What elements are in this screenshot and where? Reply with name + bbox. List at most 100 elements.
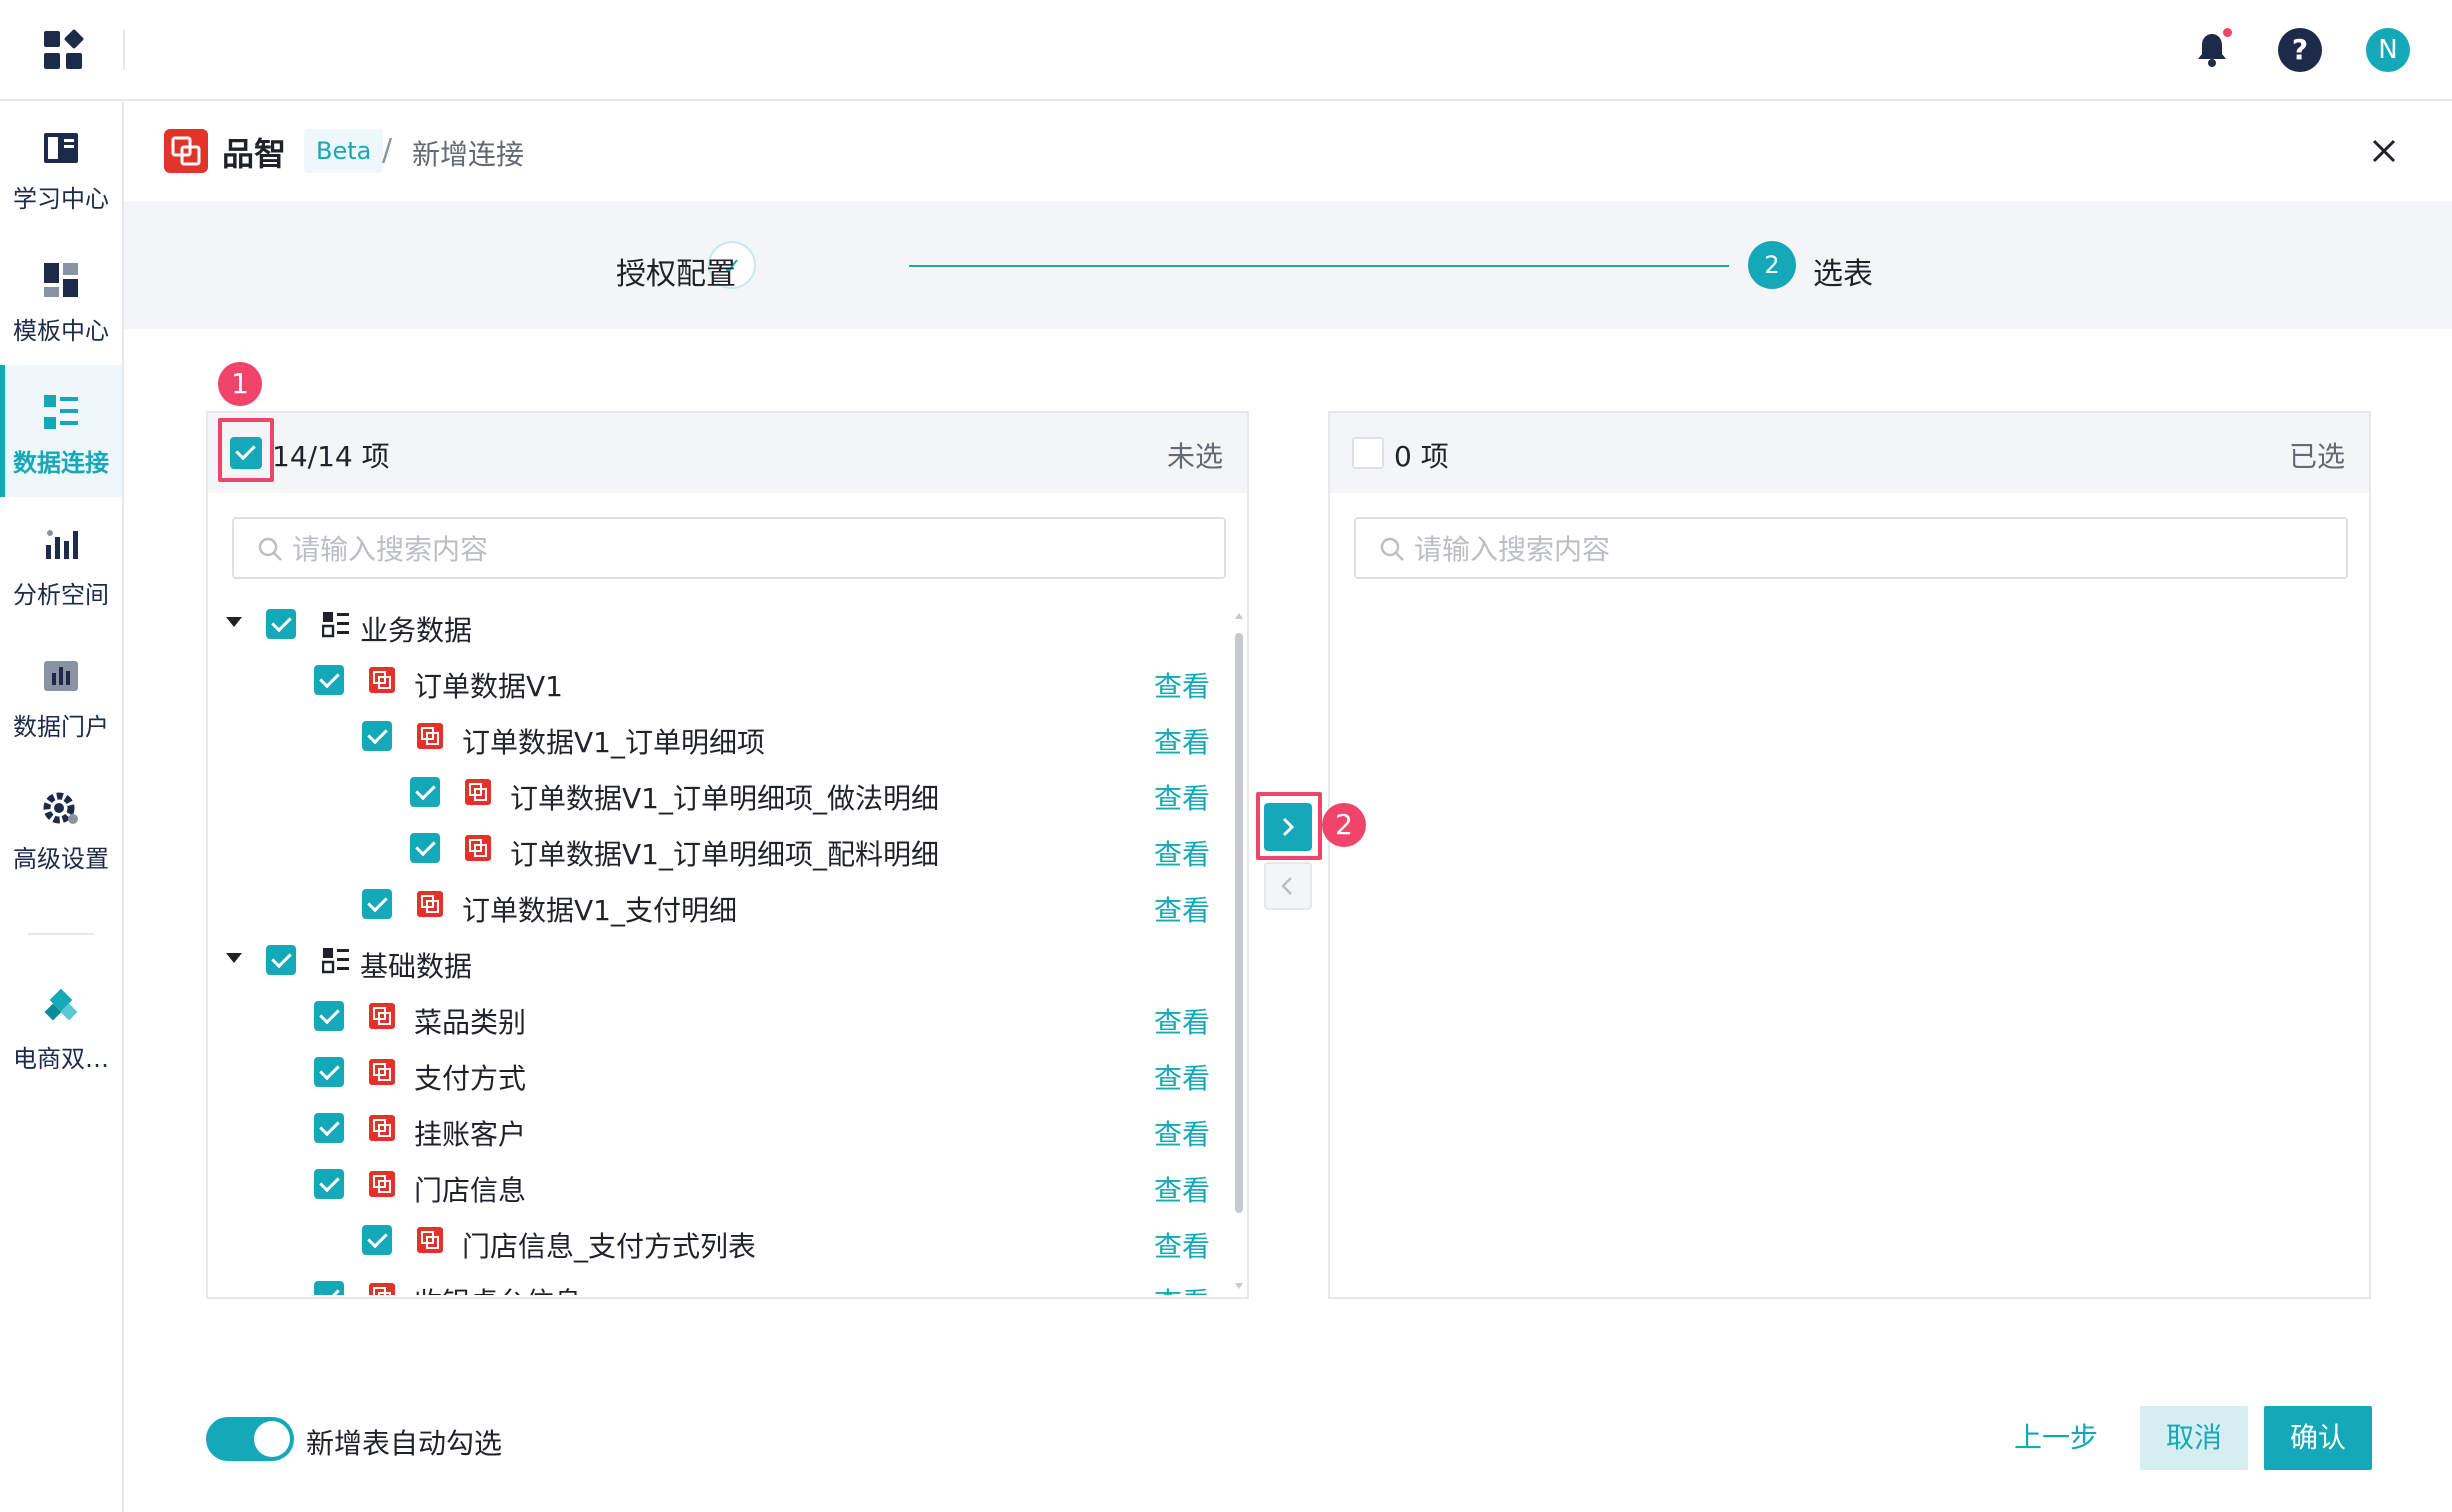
beta-badge: Beta [304,129,384,173]
table-icon [416,890,444,918]
row-checkbox[interactable] [362,721,392,751]
row-label: 基础数据 [360,950,473,983]
view-link[interactable]: 查看 [1154,721,1210,761]
grid-icon[interactable] [44,28,85,69]
sidebar-divider [28,933,94,935]
row-checkbox[interactable] [266,609,296,639]
tree-group[interactable]: 业务数据 [208,599,1228,655]
table-row[interactable]: 门店信息 查看 [208,1159,1228,1215]
book-icon [42,129,80,167]
table-row[interactable]: 菜品类别 查看 [208,991,1228,1047]
sidebar-item-analysis[interactable]: 分析空间 [0,497,122,629]
row-checkbox[interactable] [314,1057,344,1087]
highlight-box-move-right [1256,792,1322,860]
sidebar-item-settings[interactable]: 高级设置 [0,761,122,893]
tree-scrollbar[interactable] [1234,611,1244,1291]
sidebar-item-label: 电商双… [13,1045,109,1073]
auto-select-toggle[interactable] [206,1417,294,1461]
annotation-badge-2: 2 [1322,803,1366,847]
breadcrumb-separator: / [382,133,393,168]
table-row[interactable]: 门店信息_支付方式列表 查看 [208,1215,1228,1271]
row-checkbox[interactable] [266,945,296,975]
view-link[interactable]: 查看 [1154,1057,1210,1097]
row-checkbox[interactable] [314,1281,344,1295]
table-row[interactable]: 订单数据V1_订单明细项_做法明细 查看 [208,767,1228,823]
view-link[interactable]: 查看 [1154,665,1210,705]
chevron-left-icon [1281,877,1292,895]
view-link[interactable]: 查看 [1154,1169,1210,1209]
scrollbar-thumb[interactable] [1235,633,1243,1213]
view-link[interactable]: 查看 [1154,833,1210,873]
table-row[interactable]: 挂账客户 查看 [208,1103,1228,1159]
step-indicator: ✓ 授权配置 2 选表 [124,201,2452,329]
row-checkbox[interactable] [410,833,440,863]
table-icon [368,1170,396,1198]
step-label-select: 选表 [1813,257,1873,292]
search-box [232,517,1226,579]
panel-header: 0 项 已选 [1330,413,2369,493]
search-icon [1378,535,1406,563]
avatar[interactable]: N [2366,28,2410,72]
table-row[interactable]: 订单数据V1_支付明细 查看 [208,879,1228,935]
row-label: 订单数据V1_订单明细项_配料明细 [510,838,939,871]
view-link[interactable]: 查看 [1154,777,1210,817]
table-row[interactable]: 订单数据V1_订单明细项_配料明细 查看 [208,823,1228,879]
row-checkbox[interactable] [314,665,344,695]
template-icon [42,261,80,299]
table-tree: 业务数据 订单数据V1 查看 订单数据V1_订单明细项 查看 订单数据V1_订单… [208,599,1228,1295]
sidebar-item-learning[interactable]: 学习中心 [0,101,122,233]
sidebar: 学习中心 模板中心 数据连接 分析空间 数据门户 高级设置 电商双… [0,101,124,1512]
step-number: 2 [1748,241,1796,289]
sidebar-item-ecommerce[interactable]: 电商双… [0,961,122,1093]
row-checkbox[interactable] [362,1225,392,1255]
table-icon [368,1002,396,1030]
selected-panel: 0 项 已选 [1328,411,2371,1299]
data-connection-icon [42,393,80,431]
search-icon [256,535,284,563]
settings-gear-icon [42,789,80,827]
bell-icon[interactable] [2190,28,2234,72]
sidebar-item-label: 学习中心 [13,185,109,213]
row-label: 业务数据 [360,614,473,647]
view-link[interactable]: 查看 [1154,1281,1210,1295]
row-label: 订单数据V1_支付明细 [462,894,737,927]
row-checkbox[interactable] [314,1169,344,1199]
product-name: 品智 [222,135,287,173]
search-input[interactable] [292,529,1192,569]
search-input[interactable] [1414,529,2314,569]
move-left-button[interactable] [1264,862,1312,910]
row-checkbox[interactable] [362,889,392,919]
pinzhi-logo-icon [164,129,208,173]
table-row[interactable]: 收银桌台信息 查看 [208,1271,1228,1295]
tree-group[interactable]: 基础数据 [208,935,1228,991]
view-link[interactable]: 查看 [1154,1113,1210,1153]
row-label: 门店信息 [414,1174,527,1207]
view-link[interactable]: 查看 [1154,889,1210,929]
row-checkbox[interactable] [314,1113,344,1143]
prev-step-button[interactable]: 上一步 [2000,1406,2112,1470]
table-icon [368,1114,396,1142]
sidebar-item-portal[interactable]: 数据门户 [0,629,122,761]
table-row[interactable]: 订单数据V1 查看 [208,655,1228,711]
table-row[interactable]: 支付方式 查看 [208,1047,1228,1103]
row-checkbox[interactable] [410,777,440,807]
view-link[interactable]: 查看 [1154,1225,1210,1265]
row-checkbox[interactable] [314,1001,344,1031]
sidebar-item-templates[interactable]: 模板中心 [0,233,122,365]
analysis-icon [42,525,80,563]
select-all-checkbox[interactable] [1352,437,1384,469]
cancel-button[interactable]: 取消 [2140,1406,2248,1470]
view-link[interactable]: 查看 [1154,1001,1210,1041]
caret-down-icon[interactable] [226,953,242,963]
item-count: 0 项 [1394,440,1449,473]
sidebar-item-label: 高级设置 [13,845,109,873]
help-icon[interactable]: ? [2278,28,2322,72]
caret-down-icon[interactable] [226,617,242,627]
confirm-button[interactable]: 确认 [2264,1406,2372,1470]
close-icon[interactable] [2364,131,2404,171]
table-row[interactable]: 订单数据V1_订单明细项 查看 [208,711,1228,767]
item-count: 14/14 项 [272,440,390,473]
panel-title: 已选 [2288,440,2345,473]
row-label: 挂账客户 [414,1118,527,1151]
sidebar-item-data-connection[interactable]: 数据连接 [0,365,122,497]
